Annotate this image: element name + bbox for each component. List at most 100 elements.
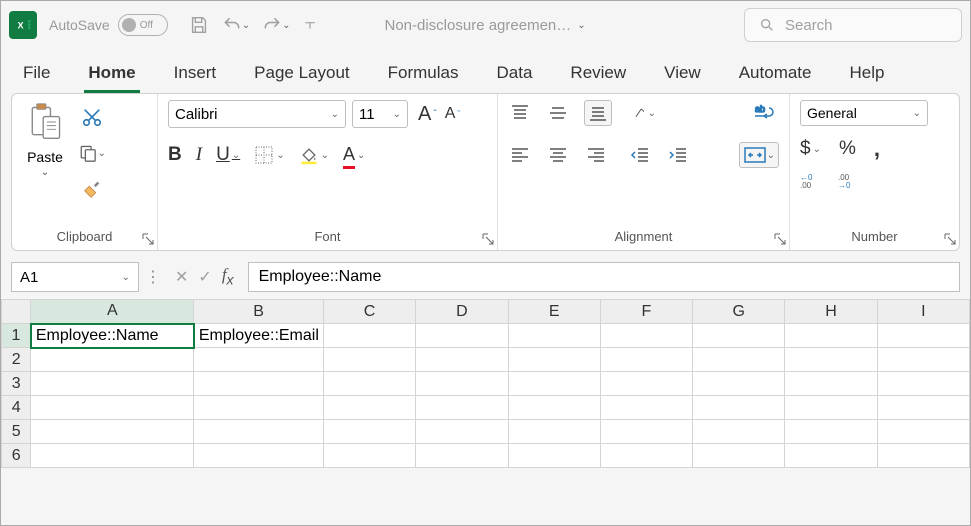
column-header[interactable]: F [600, 300, 692, 324]
row-header[interactable]: 1 [2, 324, 31, 348]
column-header[interactable]: B [194, 300, 324, 324]
cell[interactable] [600, 372, 692, 396]
tab-formulas[interactable]: Formulas [384, 57, 463, 93]
comma-format-button[interactable]: , [874, 136, 880, 162]
decrease-decimal-button[interactable]: .00→0 [838, 172, 862, 190]
row-header[interactable]: 5 [2, 420, 31, 444]
cell[interactable] [693, 372, 785, 396]
column-header[interactable]: C [323, 300, 415, 324]
cell[interactable] [877, 444, 969, 468]
fill-color-button[interactable]: ⌄ [299, 145, 329, 165]
cell[interactable] [693, 420, 785, 444]
align-top-button[interactable] [508, 103, 532, 123]
font-name-select[interactable]: Calibri⌄ [168, 100, 346, 128]
increase-indent-button[interactable] [666, 145, 690, 165]
dialog-launcher-icon[interactable] [943, 232, 957, 246]
italic-button[interactable]: I [196, 144, 202, 166]
cell[interactable] [600, 396, 692, 420]
cell[interactable] [785, 372, 877, 396]
cell[interactable] [31, 348, 194, 372]
qat-customize-icon[interactable] [303, 18, 317, 32]
cell[interactable] [323, 396, 415, 420]
cell[interactable] [508, 420, 600, 444]
cell[interactable] [416, 420, 508, 444]
font-size-select[interactable]: 11⌄ [352, 100, 408, 128]
formula-input[interactable]: Employee::Name [248, 262, 960, 292]
cell[interactable] [785, 348, 877, 372]
column-header[interactable]: D [416, 300, 508, 324]
cell[interactable] [785, 396, 877, 420]
increase-decimal-button[interactable]: ←0.00 [800, 172, 824, 190]
autosave-toggle[interactable]: Off [118, 14, 168, 36]
align-bottom-button[interactable] [584, 100, 612, 126]
cut-button[interactable] [78, 104, 106, 130]
dialog-launcher-icon[interactable] [773, 232, 787, 246]
decrease-indent-button[interactable] [628, 145, 652, 165]
column-header[interactable]: H [785, 300, 877, 324]
tab-view[interactable]: View [660, 57, 705, 93]
cell[interactable] [323, 348, 415, 372]
cell[interactable] [416, 348, 508, 372]
cell-a1[interactable]: Employee::Name [31, 324, 194, 348]
dialog-launcher-icon[interactable] [481, 232, 495, 246]
tab-file[interactable]: File [19, 57, 54, 93]
increase-font-button[interactable]: Aˆ [418, 103, 437, 126]
accounting-format-button[interactable]: $ ⌄ [800, 138, 821, 160]
cell[interactable] [877, 372, 969, 396]
cell[interactable] [600, 444, 692, 468]
bold-button[interactable]: B [168, 144, 182, 166]
decrease-font-button[interactable]: Aˇ [445, 103, 461, 126]
column-header[interactable]: I [877, 300, 969, 324]
cancel-formula-icon[interactable]: ✕ [175, 267, 188, 287]
cell[interactable] [508, 348, 600, 372]
tab-automate[interactable]: Automate [735, 57, 816, 93]
cell[interactable] [194, 420, 324, 444]
cell[interactable] [877, 348, 969, 372]
tab-help[interactable]: Help [845, 57, 888, 93]
undo-icon[interactable]: ⌄ [222, 15, 250, 35]
number-format-select[interactable]: General⌄ [800, 100, 928, 126]
cell[interactable] [600, 420, 692, 444]
tab-home[interactable]: Home [84, 57, 139, 93]
cell[interactable] [194, 348, 324, 372]
cell[interactable] [693, 348, 785, 372]
font-color-button[interactable]: A ⌄ [343, 144, 365, 166]
align-middle-button[interactable] [546, 103, 570, 123]
document-title[interactable]: Non-disclosure agreemen… ⌄ [385, 17, 586, 34]
cell[interactable] [877, 420, 969, 444]
cell[interactable] [416, 444, 508, 468]
enter-formula-icon[interactable]: ✓ [198, 267, 211, 287]
row-header[interactable]: 2 [2, 348, 31, 372]
cell[interactable] [31, 396, 194, 420]
insert-function-icon[interactable]: fx [222, 265, 234, 288]
cell[interactable] [785, 444, 877, 468]
cell[interactable] [31, 420, 194, 444]
column-header[interactable]: G [693, 300, 785, 324]
cell-b1[interactable]: Employee::Email [194, 324, 324, 348]
column-header[interactable]: A [31, 300, 194, 324]
tab-data[interactable]: Data [493, 57, 537, 93]
cell[interactable] [323, 324, 415, 348]
cell[interactable] [508, 324, 600, 348]
select-all-corner[interactable] [2, 300, 31, 324]
format-painter-button[interactable] [78, 176, 106, 202]
cell[interactable] [323, 372, 415, 396]
cell[interactable] [416, 324, 508, 348]
column-header[interactable]: E [508, 300, 600, 324]
paste-button[interactable]: Paste ⌄ [22, 100, 68, 180]
cell[interactable] [416, 396, 508, 420]
tab-page-layout[interactable]: Page Layout [250, 57, 353, 93]
cell[interactable] [877, 324, 969, 348]
align-right-button[interactable] [584, 145, 608, 165]
align-left-button[interactable] [508, 145, 532, 165]
cell[interactable] [508, 396, 600, 420]
orientation-button[interactable]: ⌄ [632, 103, 656, 123]
cell[interactable] [508, 372, 600, 396]
spreadsheet-grid[interactable]: A B C D E F G H I 1 Employee::Name Emplo… [1, 299, 970, 468]
cell[interactable] [323, 444, 415, 468]
cell[interactable] [693, 444, 785, 468]
dialog-launcher-icon[interactable] [141, 232, 155, 246]
cell[interactable] [600, 324, 692, 348]
row-header[interactable]: 3 [2, 372, 31, 396]
cell[interactable] [877, 396, 969, 420]
